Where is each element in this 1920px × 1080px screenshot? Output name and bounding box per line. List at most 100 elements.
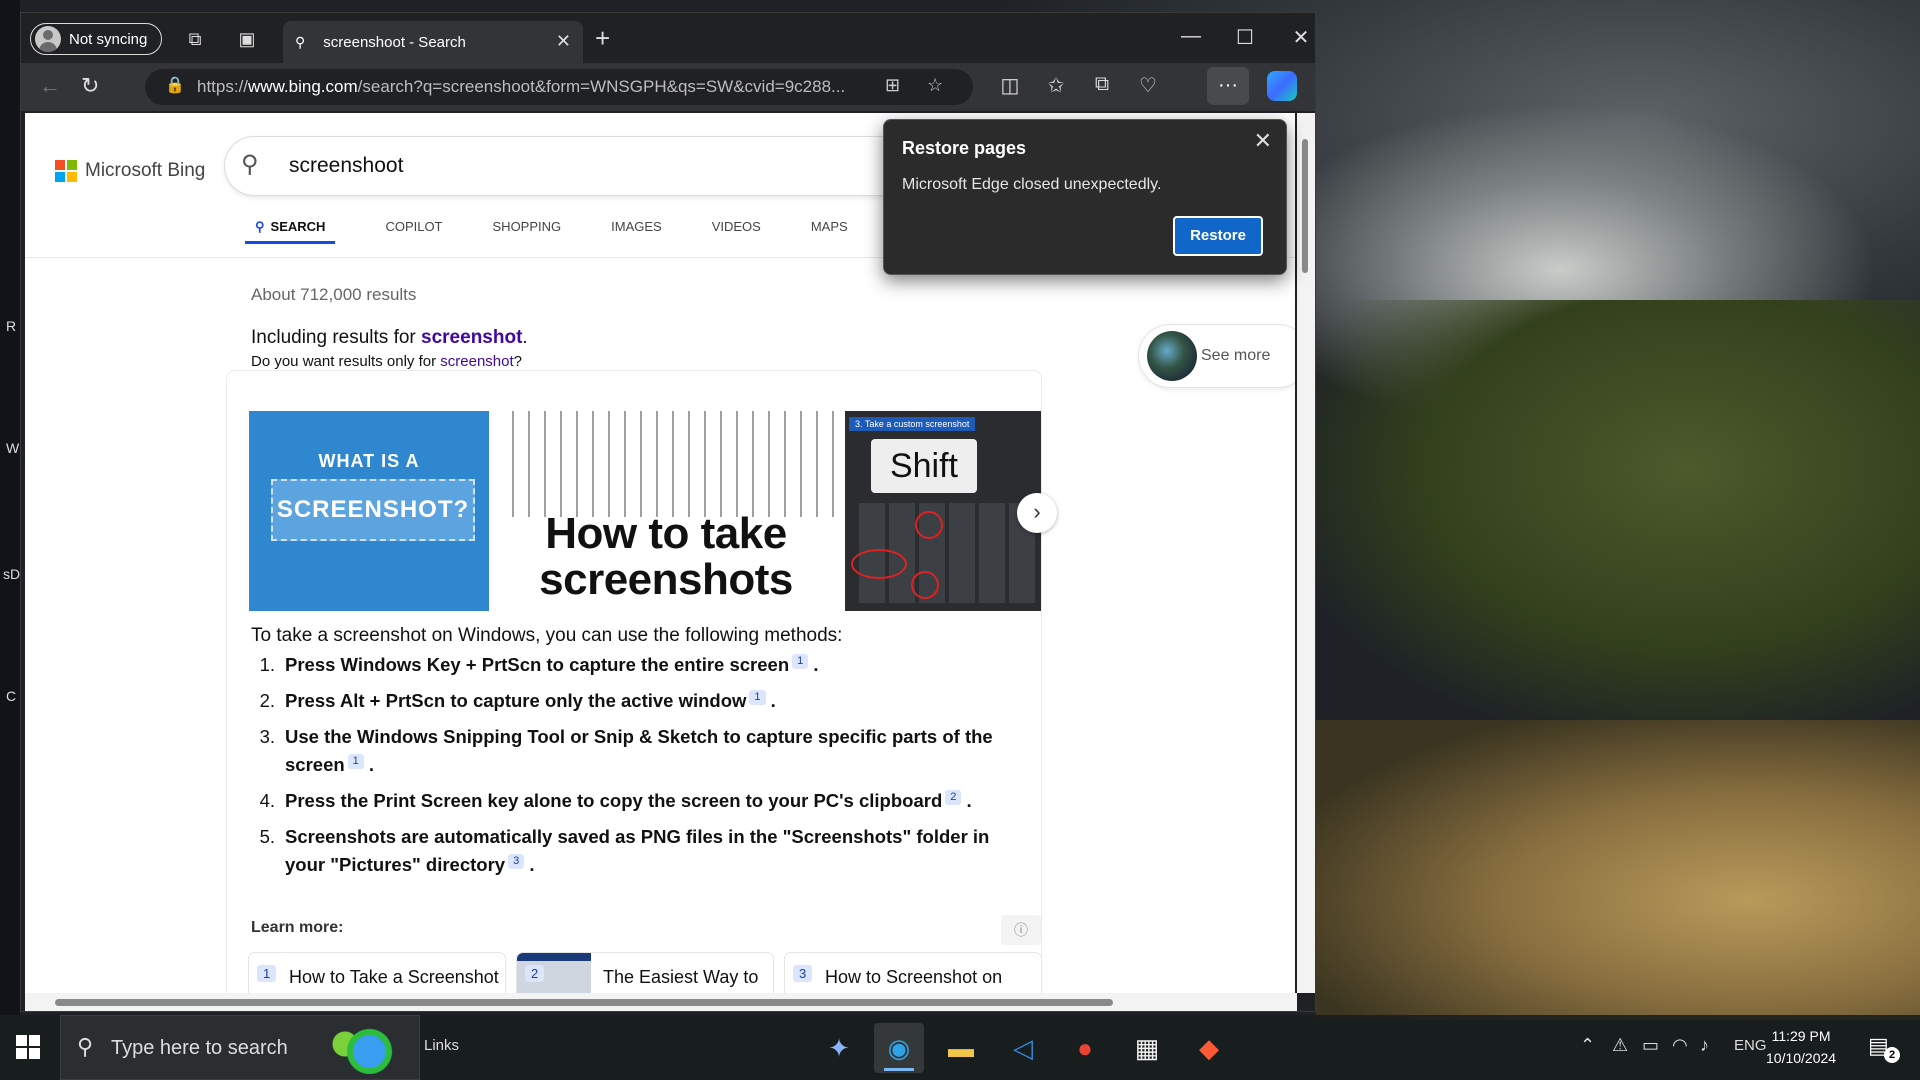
- popup-message: Microsoft Edge closed unexpectedly.: [902, 176, 1162, 193]
- tab-images[interactable]: IMAGES: [611, 213, 662, 244]
- citation-badge[interactable]: 1: [347, 753, 364, 769]
- carousel-next-button[interactable]: ›: [1017, 493, 1057, 533]
- desktop-icon-label[interactable]: C: [6, 688, 16, 704]
- app-icon[interactable]: ◆: [1184, 1023, 1234, 1073]
- tab-maps[interactable]: MAPS: [811, 213, 848, 244]
- search-icon: ⚲: [77, 1034, 94, 1059]
- address-bar[interactable]: 🔒 https://www.bing.com/search?q=screensh…: [145, 69, 973, 105]
- info-icon[interactable]: ⓘ: [1001, 915, 1041, 945]
- answer-intro: To take a screenshot on Windows, you can…: [251, 625, 843, 646]
- desktop-icon-label[interactable]: W: [6, 440, 19, 456]
- result-image-2[interactable]: How to take screenshots: [498, 411, 834, 611]
- list-text: Press Windows Key + PrtScn to capture th…: [285, 653, 819, 675]
- method-text: Press the Print Screen key alone to copy…: [285, 790, 943, 811]
- settings-more-button[interactable]: ···: [1207, 67, 1249, 105]
- citation-badge[interactable]: 3: [508, 853, 525, 869]
- minimize-button[interactable]: —: [1171, 25, 1211, 48]
- list-item: 5. Screenshots are automatically saved as…: [251, 823, 1031, 879]
- start-button[interactable]: [16, 1035, 40, 1059]
- close-tab-icon[interactable]: ✕: [556, 31, 571, 52]
- battery-icon[interactable]: ▭: [1642, 1035, 1659, 1056]
- list-text: Press Alt + PrtScn to capture only the a…: [285, 689, 776, 711]
- including-prefix: Including results for: [251, 327, 422, 348]
- source-card-2[interactable]: 2 The Easiest Way to: [517, 953, 773, 993]
- see-more-button[interactable]: See more: [1139, 325, 1295, 387]
- maximize-button[interactable]: ☐: [1225, 25, 1265, 50]
- tab-videos[interactable]: VIDEOS: [712, 213, 761, 244]
- result-image-1[interactable]: WHAT IS A SCREENSHOT?: [249, 411, 489, 611]
- doyou-prefix: Do you want results only for: [251, 353, 441, 370]
- split-screen-icon[interactable]: ◫: [995, 73, 1025, 98]
- favorite-star-icon[interactable]: ☆: [927, 75, 943, 96]
- list-text: Press the Print Screen key alone to copy…: [285, 789, 972, 811]
- horizontal-scrollbar[interactable]: [25, 993, 1297, 1011]
- refresh-button[interactable]: ↻: [81, 73, 99, 99]
- tab-active[interactable]: ⚲ screenshoot - Search ✕: [283, 21, 583, 63]
- tab-shopping[interactable]: SHOPPING: [493, 213, 562, 244]
- copilot-icon[interactable]: [1267, 71, 1297, 101]
- wallpaper-hill: [1316, 300, 1920, 720]
- profile-button[interactable]: Not syncing: [30, 23, 162, 55]
- vertical-tabs-icon[interactable]: ▣: [235, 27, 259, 51]
- list-item: 2. Press Alt + PrtScn to capture only the…: [251, 687, 1031, 715]
- restore-button[interactable]: Restore: [1173, 216, 1263, 256]
- search-icon: ⚲: [295, 33, 306, 50]
- taskbar-search[interactable]: ⚲ Type here to search: [60, 1015, 420, 1080]
- avatar: [35, 26, 61, 52]
- notification-center-icon[interactable]: ▤ 2: [1868, 1033, 1900, 1063]
- scroll-thumb[interactable]: [1302, 139, 1308, 273]
- copilot-app-icon[interactable]: ✦: [814, 1023, 864, 1073]
- restore-pages-popup: Restore pages Microsoft Edge closed unex…: [883, 119, 1287, 275]
- desktop-icon-label[interactable]: R: [6, 318, 16, 334]
- file-explorer-icon[interactable]: ▬: [936, 1023, 986, 1073]
- citation-badge[interactable]: 1: [749, 689, 766, 705]
- source-card-3[interactable]: 3 How to Screenshot on: [785, 953, 1041, 993]
- vscode-icon[interactable]: ◁: [998, 1023, 1048, 1073]
- image-caption: How to take screenshots: [498, 511, 834, 603]
- list-item: 1. Press Windows Key + PrtScn to capture …: [251, 651, 1031, 679]
- edge-app-icon[interactable]: ◉: [874, 1023, 924, 1073]
- url-domain: www.bing.com: [248, 77, 358, 96]
- image-label: 3. Take a custom screenshot: [849, 417, 976, 431]
- scroll-thumb[interactable]: [55, 999, 1113, 1006]
- citation-badge[interactable]: 1: [792, 653, 809, 669]
- store-icon[interactable]: ▦: [1122, 1023, 1172, 1073]
- vertical-scrollbar[interactable]: [1297, 113, 1315, 993]
- browser-essentials-icon[interactable]: ♡: [1133, 73, 1163, 98]
- volume-icon[interactable]: ♪: [1700, 1035, 1709, 1056]
- chevron-up-icon[interactable]: ⌃: [1580, 1035, 1595, 1056]
- new-tab-button[interactable]: +: [595, 23, 610, 54]
- close-window-button[interactable]: ✕: [1281, 25, 1321, 50]
- bing-logo[interactable]: Microsoft Bing: [55, 160, 205, 182]
- result-image-3[interactable]: 3. Take a custom screenshot Shift: [845, 411, 1041, 611]
- links-toolbar[interactable]: Links: [424, 1037, 459, 1054]
- desktop-icon-label[interactable]: sD: [3, 566, 20, 582]
- tab-title: screenshoot - Search: [323, 33, 466, 51]
- back-button[interactable]: ←: [39, 73, 61, 99]
- wifi-icon[interactable]: ◠: [1672, 1035, 1688, 1056]
- citation-badge[interactable]: 2: [945, 789, 962, 805]
- workspaces-icon[interactable]: ⧉: [183, 27, 207, 51]
- network-alert-icon[interactable]: ⚠: [1612, 1035, 1628, 1056]
- original-query-suggestion: Do you want results only for screenshot?: [251, 353, 522, 370]
- desktop-left-strip: [0, 0, 20, 1015]
- collections-icon[interactable]: ⧉: [1087, 73, 1117, 96]
- tab-search[interactable]: ⚲ SEARCH: [245, 213, 336, 244]
- chrome-icon[interactable]: ●: [1060, 1023, 1110, 1073]
- corrected-query-link[interactable]: screenshot: [421, 327, 522, 348]
- tab-copilot[interactable]: COPILOT: [385, 213, 442, 244]
- favorites-icon[interactable]: ✩: [1041, 73, 1071, 98]
- profile-label: Not syncing: [69, 30, 148, 48]
- close-icon[interactable]: ✕: [1254, 128, 1272, 154]
- search-icon[interactable]: ⚲: [241, 150, 259, 179]
- list-item: 4. Press the Print Screen key alone to co…: [251, 787, 1031, 815]
- search-highlight-icon[interactable]: [331, 1024, 401, 1074]
- lock-icon[interactable]: 🔒: [165, 75, 185, 95]
- language-indicator[interactable]: ENG: [1734, 1037, 1767, 1054]
- method-text: Use the Windows Snipping Tool or Snip & …: [285, 726, 993, 775]
- source-card-1[interactable]: 1 How to Take a Screenshot: [249, 953, 505, 993]
- doyou-suffix: ?: [513, 353, 522, 370]
- app-available-icon[interactable]: ⊞: [885, 75, 900, 96]
- clock[interactable]: 11:29 PM 10/10/2024: [1766, 1025, 1836, 1069]
- original-query-link[interactable]: screenshot: [440, 353, 513, 370]
